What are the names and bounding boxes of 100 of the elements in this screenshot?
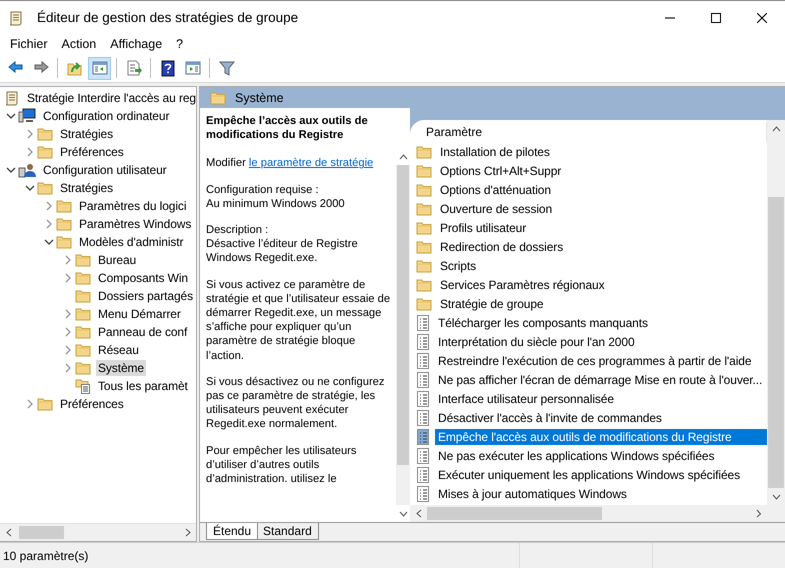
- folder-icon: [37, 127, 53, 141]
- folder-icon: [416, 202, 432, 216]
- tree-item[interactable]: Panneau de conf: [96, 324, 190, 340]
- user-icon: [18, 162, 36, 178]
- setting-icon: [416, 372, 430, 388]
- scroll-up-icon: [398, 154, 408, 160]
- menu-item[interactable]: Fichier: [3, 37, 55, 51]
- tree-item[interactable]: Tous les paramèt: [96, 378, 190, 394]
- horizontal-scrollbar[interactable]: [0, 523, 196, 541]
- setting-item[interactable]: Désactiver l'accès à l'invite de commandes: [435, 410, 665, 426]
- scroll-right-icon: [756, 509, 762, 518]
- scroll-thumb[interactable]: [427, 507, 602, 520]
- tree-item[interactable]: Bureau: [96, 252, 138, 268]
- scroll-down-icon: [398, 510, 408, 516]
- tree-item[interactable]: Préférences: [58, 396, 126, 412]
- horizontal-scrollbar[interactable]: [410, 505, 785, 522]
- tree-item[interactable]: Configuration utilisateur: [41, 162, 169, 178]
- folder-icon: [56, 217, 72, 231]
- filter-icon: [218, 59, 236, 77]
- tree-item[interactable]: Préférences: [58, 144, 126, 160]
- folder-icon: [75, 325, 91, 339]
- setting-item[interactable]: Ne pas afficher l'écran de démarrage Mise en route à l'ouver...: [435, 372, 766, 388]
- help-icon: [158, 59, 176, 77]
- action-pane-icon: [184, 59, 202, 77]
- tree-item[interactable]: Configuration ordinateur: [41, 108, 172, 124]
- setting-item[interactable]: Interface utilisateur personnalisée: [435, 390, 617, 406]
- tree-item[interactable]: Menu Démarrer: [96, 306, 183, 322]
- folder-icon: [56, 235, 72, 249]
- chevron-right-icon[interactable]: [27, 399, 33, 409]
- setting-item[interactable]: Exécuter uniquement les applications Windows spécifiées: [435, 466, 743, 482]
- view-tab[interactable]: Étendu: [206, 523, 258, 540]
- tree-item[interactable]: Composants Win: [96, 270, 190, 286]
- setting-icon: [416, 428, 430, 444]
- folder-icon: [75, 307, 91, 321]
- folder-icon: [37, 397, 53, 411]
- section-text: Désactive l’éditeur de Registre Windows Regedit.exe.: [206, 238, 358, 264]
- vertical-scrollbar[interactable]: [767, 120, 785, 505]
- folder-icon: [75, 253, 91, 267]
- folder-icon: [56, 199, 72, 213]
- tree-item[interactable]: Dossiers partagés: [96, 288, 196, 304]
- description-paragraph: Pour empêcher les utilisateurs d’utiliser d’autres outils d’administration. utilisez le: [206, 444, 358, 486]
- setting-item[interactable]: Scripts: [437, 258, 479, 274]
- menu-item[interactable]: ?: [169, 37, 190, 51]
- chevron-down-icon[interactable]: [25, 185, 35, 191]
- folder-icon: [416, 258, 432, 272]
- section-label: Description :: [206, 224, 268, 236]
- folder-icon: [75, 289, 91, 303]
- window-title: Éditeur de gestion des stratégies de groupe: [37, 10, 300, 25]
- tree-item[interactable]: Stratégies: [58, 180, 116, 196]
- folder-icon: [416, 164, 432, 178]
- setting-icon: [416, 410, 430, 426]
- setting-item[interactable]: Options d'atténuation: [437, 182, 554, 198]
- tree-item[interactable]: Stratégies: [58, 126, 116, 142]
- folder-icon: [210, 90, 226, 104]
- setting-item[interactable]: Options Ctrl+Alt+Suppr: [437, 162, 564, 178]
- setting-item[interactable]: Interprétation du siècle pour l'an 2000: [435, 334, 638, 350]
- view-tab[interactable]: Standard: [256, 523, 319, 540]
- folder-icon: [37, 145, 53, 159]
- setting-icon: [416, 466, 430, 482]
- setting-item[interactable]: Installation de pilotes: [437, 144, 553, 160]
- tree-item[interactable]: Réseau: [96, 342, 141, 358]
- policy-title: Empêche l’accès aux outils de modifications du Registre: [206, 114, 369, 142]
- setting-item[interactable]: Télécharger les composants manquants: [435, 314, 651, 330]
- computer-icon: [18, 108, 36, 124]
- scroll-icon: [8, 10, 24, 26]
- description-paragraph: Si vous désactivez ou ne configurez pas ce paramètre de stratégie, les utilisateurs peuvent exécuter Regedit.exe normalement.: [206, 374, 386, 432]
- setting-item[interactable]: Empêche l'accès aux outils de modifications du Registre: [435, 428, 767, 444]
- tree-item[interactable]: Système: [96, 360, 146, 376]
- chevron-down-icon[interactable]: [6, 113, 16, 119]
- folder-icon: [416, 296, 432, 310]
- tree-item[interactable]: Modèles d'administr: [77, 234, 186, 250]
- edit-policy-link[interactable]: le paramètre de stratégie: [248, 157, 374, 170]
- folder-icon: [416, 278, 432, 292]
- scroll-thumb[interactable]: [19, 526, 64, 539]
- tree-item[interactable]: Stratégie Interdire l'accès au reg: [25, 90, 196, 106]
- setting-icon: [416, 448, 430, 464]
- setting-item[interactable]: Profils utilisateur: [437, 220, 530, 236]
- folder-icon: [75, 271, 91, 285]
- setting-item[interactable]: Restreindre l'exécution de ces programmes à partir de l'aide: [435, 352, 754, 368]
- setting-item[interactable]: Mises à jour automatiques Windows: [435, 486, 630, 502]
- chevron-down-icon[interactable]: [44, 239, 54, 245]
- menu-item[interactable]: Affichage: [103, 37, 170, 51]
- scroll-left-icon: [416, 509, 422, 518]
- status-text: 10 paramètre(s): [3, 548, 90, 562]
- section-title: Système: [235, 90, 284, 104]
- folder-icon: [416, 182, 432, 196]
- setting-item[interactable]: Ne pas exécuter les applications Windows spécifiées: [435, 448, 718, 464]
- tree-item[interactable]: Paramètres Windows: [77, 216, 194, 232]
- folder-icon: [416, 220, 432, 234]
- chevron-down-icon[interactable]: [6, 167, 16, 173]
- section-text: Au minimum Windows 2000: [206, 198, 345, 210]
- description-paragraph: Si vous activez ce paramètre de stratégie et que l’utilisateur essaie de démarrer Regedit.exe, un message s’affiche pour expliquer qu’un paramètre de stratégie bloque l’action.: [206, 278, 392, 363]
- setting-item[interactable]: Stratégie de groupe: [437, 296, 547, 312]
- setting-item[interactable]: Services Paramètres régionaux: [437, 276, 608, 292]
- tree-item[interactable]: Paramètres du logici: [77, 198, 188, 214]
- menu-item[interactable]: Action: [54, 37, 104, 51]
- console-tree-icon: [90, 59, 108, 77]
- setting-item[interactable]: Redirection de dossiers: [437, 238, 566, 254]
- export-list-icon: [124, 59, 142, 77]
- setting-item[interactable]: Ouverture de session: [437, 200, 556, 216]
